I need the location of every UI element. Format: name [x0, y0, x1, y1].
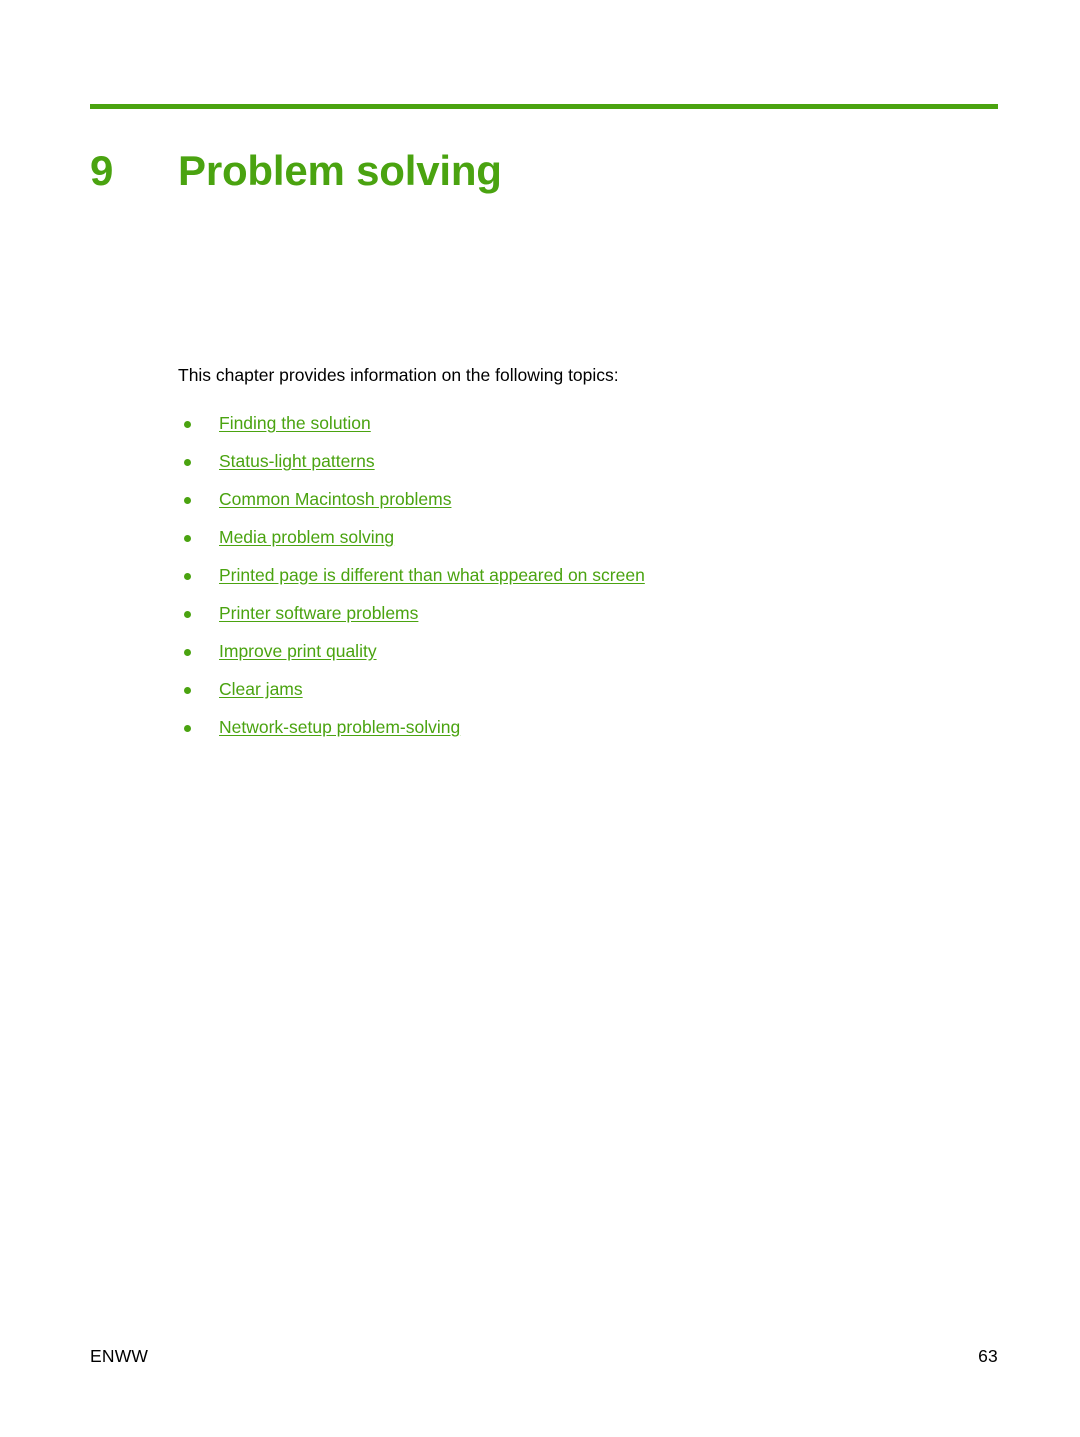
list-item: Printer software problems — [178, 594, 998, 632]
chapter-rule-divider — [90, 104, 998, 109]
bullet-icon — [184, 573, 191, 580]
topic-link-improve-print-quality[interactable]: Improve print quality — [219, 641, 377, 661]
bullet-icon — [184, 497, 191, 504]
bullet-icon — [184, 611, 191, 618]
bullet-icon — [184, 649, 191, 656]
list-item: Clear jams — [178, 670, 998, 708]
topic-link-clear-jams[interactable]: Clear jams — [219, 679, 303, 699]
list-item: Finding the solution — [178, 404, 998, 442]
list-item: Network-setup problem-solving — [178, 708, 998, 746]
topic-link-printer-software-problems[interactable]: Printer software problems — [219, 603, 418, 623]
bullet-icon — [184, 535, 191, 542]
intro-paragraph: This chapter provides information on the… — [178, 365, 619, 385]
topic-link-common-macintosh-problems[interactable]: Common Macintosh problems — [219, 489, 451, 509]
bullet-icon — [184, 687, 191, 694]
list-item: Common Macintosh problems — [178, 480, 998, 518]
list-item: Status-light patterns — [178, 442, 998, 480]
list-item: Improve print quality — [178, 632, 998, 670]
chapter-number: 9 — [90, 147, 114, 195]
page-title: Problem solving — [178, 147, 502, 195]
bullet-icon — [184, 725, 191, 732]
chapter-header: 9 Problem solving — [90, 104, 998, 222]
page-number: 63 — [978, 1346, 998, 1366]
bullet-icon — [184, 459, 191, 466]
chapter-content: This chapter provides information on the… — [178, 364, 998, 746]
bullet-icon — [184, 421, 191, 428]
topic-link-list: Finding the solution Status-light patter… — [178, 404, 998, 746]
topic-link-media-problem-solving[interactable]: Media problem solving — [219, 527, 394, 547]
list-item: Media problem solving — [178, 518, 998, 556]
topic-link-status-light-patterns[interactable]: Status-light patterns — [219, 451, 375, 471]
footer-locale-label: ENWW — [90, 1346, 149, 1366]
topic-link-finding-the-solution[interactable]: Finding the solution — [219, 413, 371, 433]
topic-link-network-setup-problem-solving[interactable]: Network-setup problem-solving — [219, 717, 460, 737]
topic-link-printed-page-is-different[interactable]: Printed page is different than what appe… — [219, 565, 645, 585]
page-footer: ENWW 63 — [90, 1346, 998, 1367]
list-item: Printed page is different than what appe… — [178, 556, 998, 594]
chapter-title-row: 9 Problem solving — [90, 119, 998, 222]
document-page: 9 Problem solving This chapter provides … — [0, 0, 1080, 1437]
